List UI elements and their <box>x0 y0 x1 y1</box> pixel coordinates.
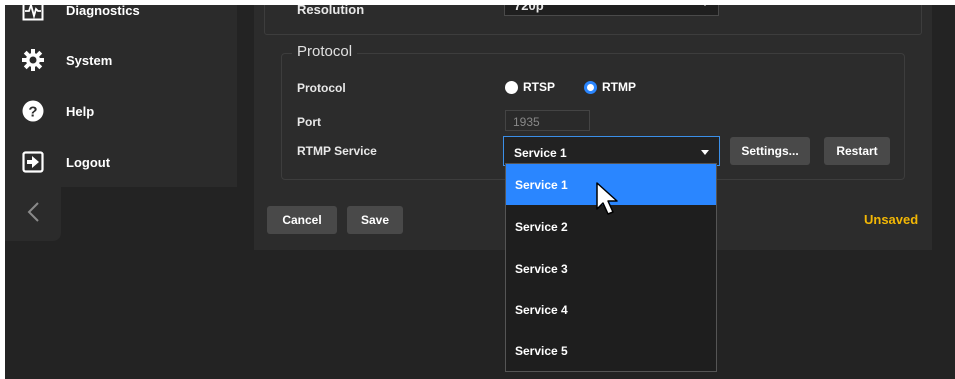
rtmp-service-label: RTMP Service <box>297 144 377 158</box>
restart-button[interactable]: Restart <box>824 137 890 165</box>
radio-indicator <box>505 80 518 94</box>
mouse-cursor-icon <box>595 181 621 222</box>
resolution-label: Resolution <box>297 5 365 17</box>
cancel-button[interactable]: Cancel <box>267 206 337 234</box>
radio-indicator <box>584 80 597 94</box>
sidebar-item-diagnostics[interactable]: Diagnostics <box>5 5 237 30</box>
dropdown-option[interactable]: Service 5 <box>506 330 716 371</box>
sidebar-collapse-button[interactable] <box>5 187 61 241</box>
diagnostics-icon <box>21 5 45 22</box>
chevron-down-icon <box>701 150 709 155</box>
sidebar-item-system[interactable]: System <box>5 40 237 80</box>
save-button[interactable]: Save <box>347 206 403 234</box>
radio-rtmp[interactable]: RTMP <box>584 80 636 94</box>
dropdown-option[interactable]: Service 4 <box>506 289 716 330</box>
chevron-left-icon <box>26 201 40 228</box>
status-badge: Unsaved <box>864 212 919 227</box>
sidebar-item-label: Diagnostics <box>66 5 140 18</box>
dropdown-option[interactable]: Service 3 <box>506 248 716 289</box>
sidebar-item-label: Logout <box>66 154 111 170</box>
sidebar-item-help[interactable]: ? Help <box>5 91 237 131</box>
gear-icon <box>21 48 45 72</box>
sidebar-item-logout[interactable]: Logout <box>5 142 237 182</box>
sidebar-item-label: System <box>66 52 113 68</box>
resolution-select[interactable]: 720p <box>504 5 719 16</box>
app-screen: Diagnostics System ? Help Logout Resolut… <box>5 5 955 379</box>
radio-rtsp[interactable]: RTSP <box>505 80 555 94</box>
radio-label: RTMP <box>602 80 636 94</box>
protocol-legend: Protocol <box>292 43 358 60</box>
sidebar-item-label: Help <box>66 103 95 119</box>
port-label: Port <box>297 115 321 129</box>
rtmp-service-value: Service 1 <box>514 146 567 160</box>
chevron-down-icon <box>700 5 710 6</box>
radio-label: RTSP <box>523 80 556 94</box>
svg-text:?: ? <box>28 104 37 121</box>
help-icon: ? <box>21 99 45 123</box>
sidebar: Diagnostics System ? Help Logout <box>5 5 237 187</box>
port-input[interactable]: 1935 <box>505 110 590 131</box>
protocol-label: Protocol <box>297 81 346 95</box>
resolution-value: 720p <box>514 5 544 13</box>
rtmp-service-select[interactable]: Service 1 <box>503 136 720 166</box>
logout-icon <box>21 150 45 174</box>
settings-button[interactable]: Settings... <box>730 137 810 165</box>
